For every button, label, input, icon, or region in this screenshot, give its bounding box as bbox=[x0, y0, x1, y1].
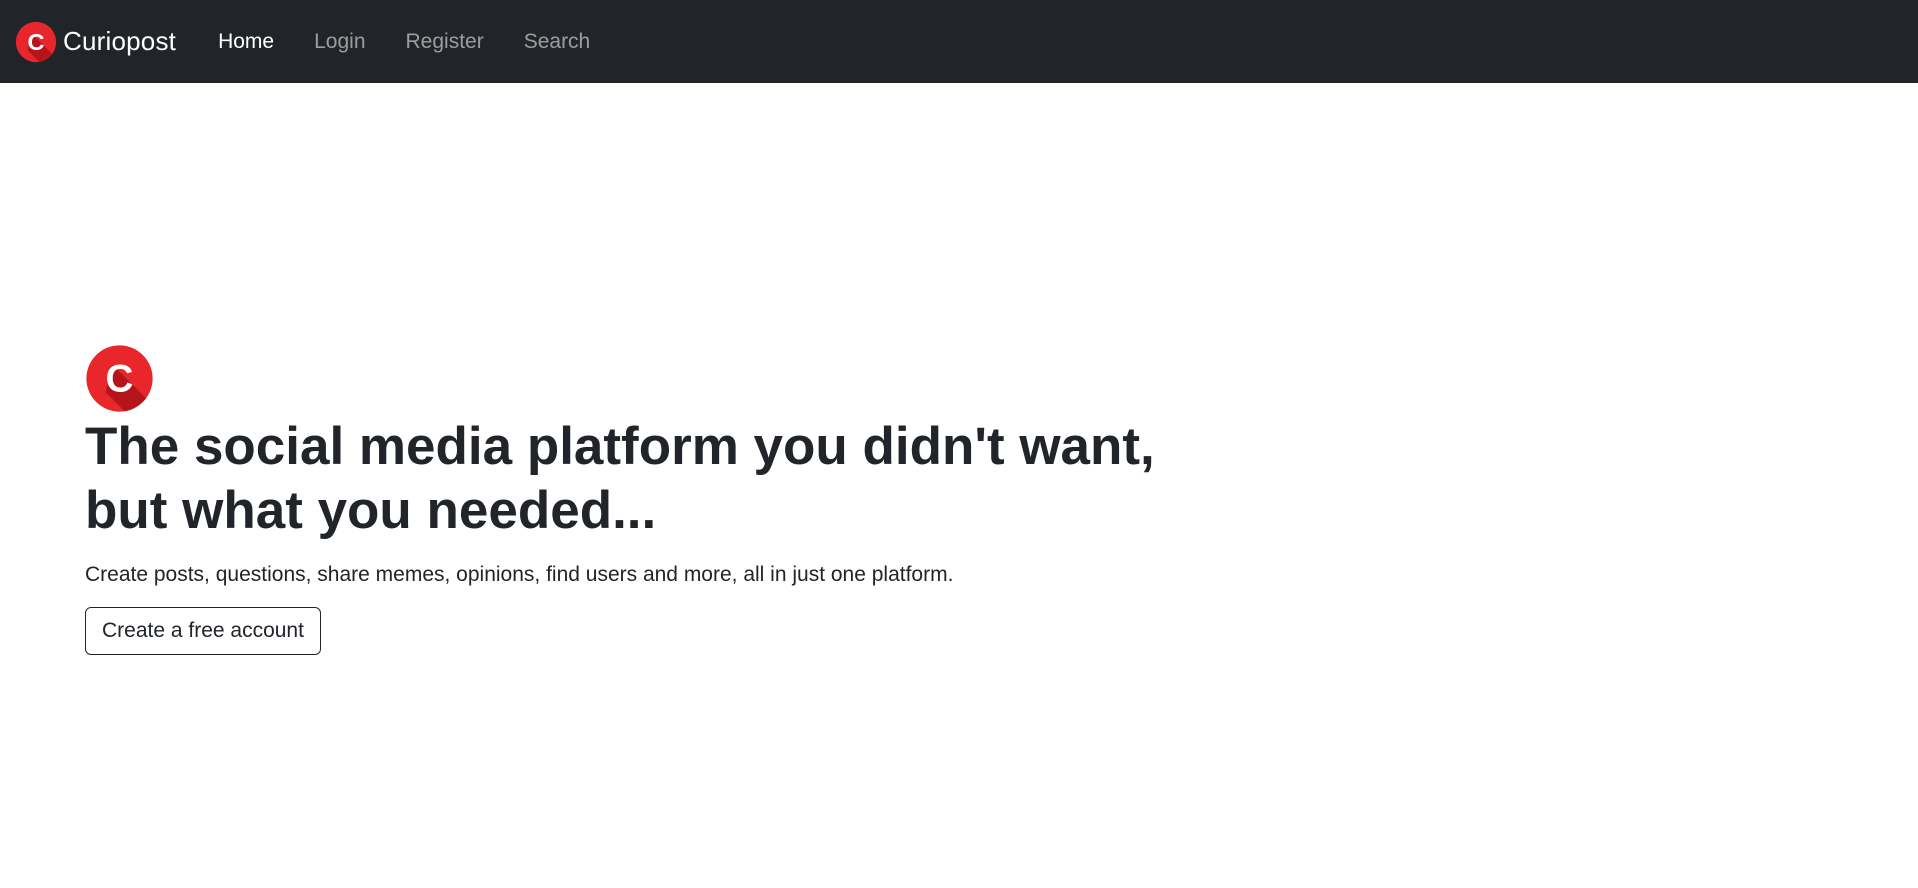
brand-name: Curiopost bbox=[63, 26, 177, 56]
curiopost-logo-icon: C bbox=[86, 345, 153, 412]
navbar: C Curiopost Home Login Register Search bbox=[0, 0, 1918, 83]
create-account-button[interactable]: Create a free account bbox=[85, 607, 321, 655]
hero-section: C The social media platform you didn't w… bbox=[85, 344, 1285, 655]
nav-register-link[interactable]: Register bbox=[406, 30, 484, 54]
brand-link[interactable]: C Curiopost bbox=[15, 21, 176, 63]
nav-search-link[interactable]: Search bbox=[524, 30, 591, 54]
svg-text:C: C bbox=[28, 28, 45, 54]
hero-subtitle: Create posts, questions, share memes, op… bbox=[85, 563, 954, 586]
hero-title: The social media platform you didn't wan… bbox=[85, 417, 1155, 540]
nav-login-link[interactable]: Login bbox=[314, 30, 365, 54]
curiopost-logo-icon: C bbox=[15, 21, 57, 62]
nav-home-link[interactable]: Home bbox=[218, 30, 274, 54]
nav-links: Home Login Register Search bbox=[218, 30, 630, 54]
svg-text:C: C bbox=[106, 358, 134, 401]
